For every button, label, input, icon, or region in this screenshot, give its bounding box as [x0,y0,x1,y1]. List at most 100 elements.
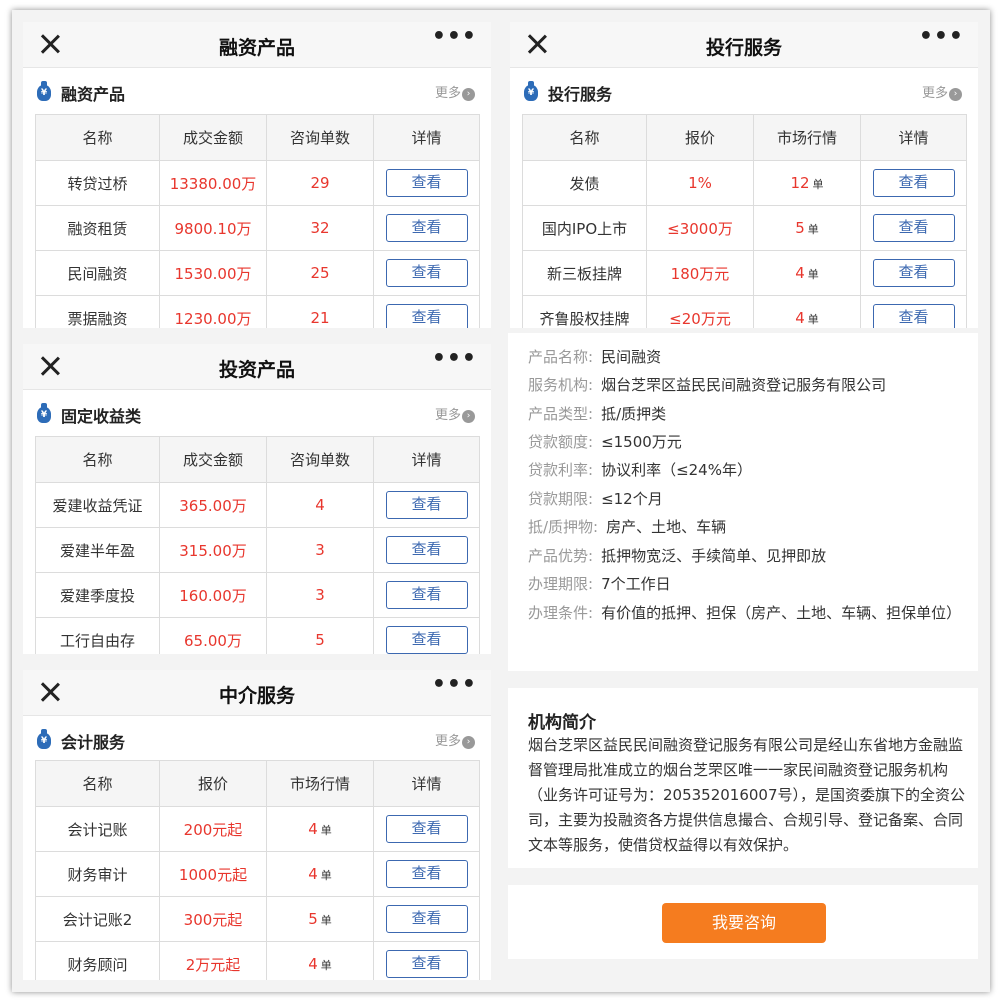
table-row: 财务顾问 2万元起 4单 查看 [35,941,480,980]
view-button[interactable]: 查看 [872,214,955,242]
service-name: 发债 [522,160,647,206]
financing-table: 名称 成交金额 咨询单数 详情 转贷过桥 13380.00万 29 查看 融资租… [35,114,480,328]
table-row: 转贷过桥 13380.00万 29 查看 [35,160,480,206]
table-header-row: 名称 报价 市场行情 详情 [35,760,480,807]
product-name: 工行自由存 [35,617,160,654]
section-header: ¥ 投行服务 更多 › [510,68,978,114]
view-button[interactable]: 查看 [385,581,468,609]
view-button[interactable]: 查看 [385,214,468,242]
detail-label: 抵/质押物: [528,518,599,536]
service-name: 财务审计 [35,851,160,897]
more-link[interactable]: 更多 › [922,82,962,101]
detail-label: 贷款期限: [528,490,594,508]
detail-value: 协议利率（≤24%年） [601,461,752,479]
inquiry-count: 25 [266,250,374,296]
more-dots-icon[interactable]: ••• [432,24,477,49]
money-bag-icon: ¥ [37,81,51,101]
column-header: 名称 [522,114,647,161]
table-header-row: 名称 成交金额 咨询单数 详情 [35,436,480,483]
column-header: 报价 [159,760,267,807]
more-dots-icon[interactable]: ••• [919,24,964,49]
view-button[interactable]: 查看 [385,259,468,287]
section-header: ¥ 固定收益类 更多 › [23,390,491,436]
column-header: 详情 [373,114,480,161]
chevron-right-icon: › [462,88,475,101]
institution-description: 烟台芝罘区益民民间融资登记服务有限公司是经山东省地方金融监督管理局批准成立的烟台… [528,736,966,854]
detail-row: 办理条件: 有价值的抵押、担保（房产、土地、车辆、担保单位） [528,599,968,627]
market-quote: 4单 [753,250,861,296]
product-name: 票据融资 [35,295,160,328]
view-button[interactable]: 查看 [872,304,955,328]
deal-amount: 1230.00万 [159,295,267,328]
service-name: 齐鲁股权挂牌 [522,295,647,328]
view-button[interactable]: 查看 [385,536,468,564]
detail-row: 贷款期限: ≤12个月 [528,485,663,513]
service-name: 国内IPO上市 [522,205,647,251]
inquiry-count: 4 [266,482,374,528]
investbank-table: 名称 报价 市场行情 详情 发债 1% 12 单 查看 国内IPO上市 ≤3000… [522,114,967,328]
market-quote: 5单 [753,205,861,251]
market-quote: 4单 [266,941,374,980]
money-bag-icon: ¥ [524,81,538,101]
detail-label: 产品类型: [528,405,594,423]
detail-value: 抵押物宽泛、手续简单、见押即放 [601,547,827,565]
product-name: 爱建半年盈 [35,527,160,573]
more-dots-icon[interactable]: ••• [432,672,477,697]
consult-action-bar: 我要咨询 [508,885,978,959]
view-button[interactable]: 查看 [385,626,468,654]
table-row: 爱建半年盈 315.00万 3 查看 [35,527,480,573]
table-row: 民间融资 1530.00万 25 查看 [35,250,480,296]
view-button[interactable]: 查看 [385,905,468,933]
more-link[interactable]: 更多 › [435,404,475,423]
price: 180万元 [646,250,754,296]
more-link[interactable]: 更多 › [435,82,475,101]
column-header: 名称 [35,760,160,807]
price: 2万元起 [159,941,267,980]
view-button[interactable]: 查看 [385,169,468,197]
table-header-row: 名称 报价 市场行情 详情 [522,114,967,161]
view-button[interactable]: 查看 [385,491,468,519]
market-quote: 5单 [266,896,374,942]
market-quote: 4单 [753,295,861,328]
deal-amount: 9800.10万 [159,205,267,251]
table-row: 发债 1% 12 单 查看 [522,160,967,206]
financing-panel: 融资产品 ••• ¥ 融资产品 更多 › 名称 成交金额 咨询单数 详情 转贷过桥… [23,22,491,328]
price: 1% [646,160,754,206]
deal-amount: 160.00万 [159,572,267,618]
view-button[interactable]: 查看 [385,815,468,843]
price: ≤20万元 [646,295,754,328]
investment-table: 名称 成交金额 咨询单数 详情 爱建收益凭证 365.00万 4 查看 爱建半年… [35,436,480,654]
chevron-right-icon: › [462,410,475,423]
section-title: 会计服务 [61,733,126,752]
inquiry-count: 32 [266,205,374,251]
product-name: 转贷过桥 [35,160,160,206]
column-header: 咨询单数 [266,114,374,161]
consult-button[interactable]: 我要咨询 [662,903,826,943]
column-header: 名称 [35,436,160,483]
detail-row: 办理期限: 7个工作日 [528,570,671,598]
column-header: 成交金额 [159,114,267,161]
view-button[interactable]: 查看 [385,860,468,888]
table-row: 爱建季度投 160.00万 3 查看 [35,572,480,618]
page-title: 融资产品 [218,37,295,59]
detail-label: 办理条件: [528,604,594,622]
column-header: 详情 [373,436,480,483]
intermediary-table: 名称 报价 市场行情 详情 会计记账 200元起 4单 查看 财务审计 1000… [35,760,480,980]
view-button[interactable]: 查看 [872,259,955,287]
view-button[interactable]: 查看 [385,950,468,978]
inquiry-count: 3 [266,527,374,573]
table-row: 工行自由存 65.00万 5 查看 [35,617,480,654]
view-button[interactable]: 查看 [385,304,468,328]
column-header: 名称 [35,114,160,161]
product-name: 融资租赁 [35,205,160,251]
inquiry-count: 3 [266,572,374,618]
investment-panel: 投资产品 ••• ¥ 固定收益类 更多 › 名称 成交金额 咨询单数 详情 爱建收… [23,344,491,654]
detail-row: 抵/质押物: 房产、土地、车辆 [528,513,726,541]
detail-value: 7个工作日 [601,575,671,593]
detail-value: 房产、土地、车辆 [606,518,727,536]
detail-row: 产品类型: 抵/质押类 [528,400,666,428]
view-button[interactable]: 查看 [872,169,955,197]
more-dots-icon[interactable]: ••• [432,346,477,371]
more-link[interactable]: 更多 › [435,730,475,749]
table-row: 融资租赁 9800.10万 32 查看 [35,205,480,251]
